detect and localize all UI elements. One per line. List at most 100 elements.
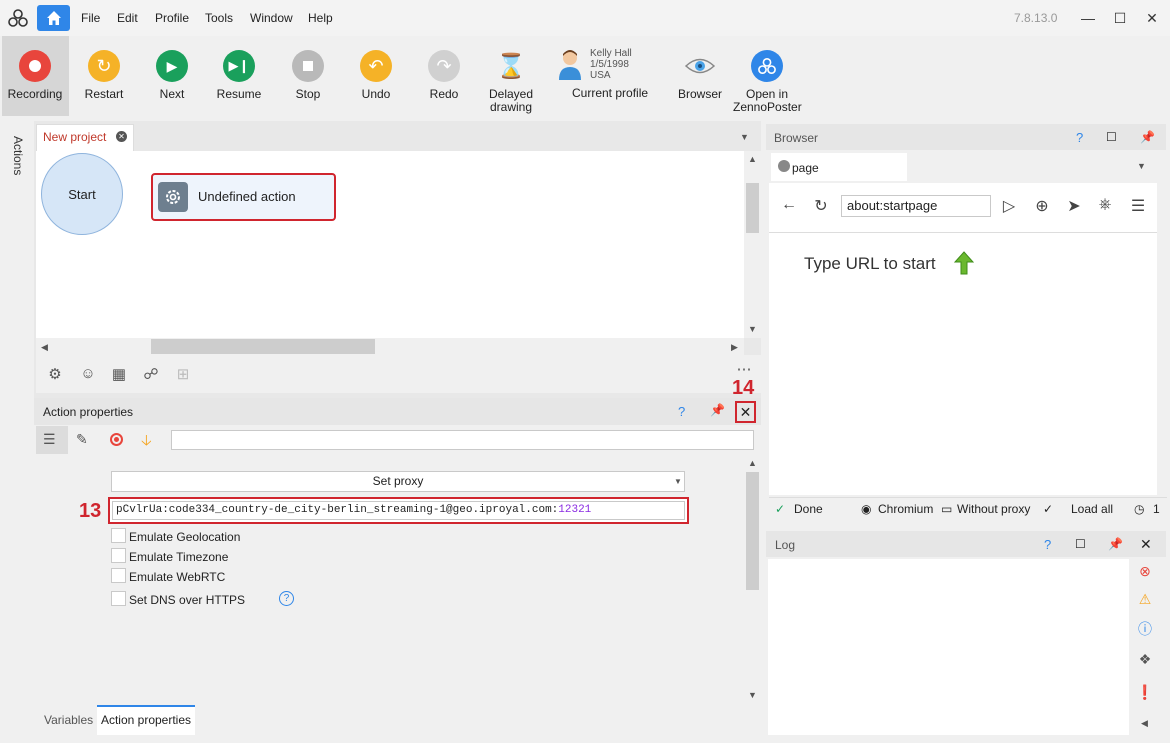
pin-icon[interactable]: 📌 (1108, 537, 1123, 551)
status-proxy[interactable]: Without proxy (957, 502, 1030, 516)
project-canvas[interactable] (36, 151, 744, 338)
help-button[interactable]: ? (678, 404, 685, 419)
status-load[interactable]: Load all (1071, 502, 1113, 516)
scroll-left-icon[interactable]: ◀ (41, 342, 48, 353)
tab-action-properties[interactable]: Action properties (97, 705, 195, 735)
maximize-icon[interactable]: ☐ (1075, 537, 1086, 551)
properties-list-icon[interactable]: ☰ (43, 431, 56, 448)
emulate-geolocation-label: Emulate Geolocation (129, 530, 241, 544)
action-search-input[interactable] (171, 430, 754, 450)
next-button[interactable]: ▶ Next (138, 46, 206, 101)
home-button[interactable] (37, 5, 70, 31)
menu-edit[interactable]: Edit (117, 11, 138, 25)
arrow-down-icon[interactable]: 🡣 (141, 430, 152, 455)
sidebar-actions-tab[interactable]: Actions (11, 136, 25, 175)
log-help-button[interactable]: ? (1044, 537, 1051, 552)
emulate-timezone-label: Emulate Timezone (129, 550, 229, 564)
tab-new-project-label: New project (43, 130, 107, 144)
check-circle-icon: ✓ (1043, 502, 1054, 516)
profile-info: Kelly Hall 1/5/1998 USA (590, 48, 632, 81)
emulate-timezone-checkbox[interactable] (111, 548, 126, 563)
canvas-horizontal-thumb[interactable] (151, 339, 375, 354)
grid-icon[interactable]: ▦ (109, 365, 129, 385)
start-node[interactable]: Start (41, 153, 123, 235)
clear-tags-icon[interactable]: ❗ (1136, 684, 1154, 702)
pointer-icon[interactable]: ➤ (1064, 196, 1084, 216)
minimize-button[interactable]: — (1078, 8, 1098, 28)
menu-tools[interactable]: Tools (205, 11, 233, 25)
refresh-icon[interactable]: ↻ (811, 196, 831, 216)
redo-button[interactable]: ↷ Redo (410, 46, 478, 101)
add-icon[interactable]: ⊞ (173, 365, 193, 385)
question-icon[interactable]: ? (279, 591, 294, 606)
tab-variables[interactable]: Variables (44, 713, 93, 727)
maximize-icon[interactable]: ☐ (1106, 130, 1117, 144)
info-filter-icon[interactable]: ⓘ (1136, 619, 1154, 637)
arrow-up-icon (953, 251, 975, 275)
stop-button[interactable]: Stop (274, 46, 342, 101)
action-properties-title: Action properties (43, 405, 134, 419)
menu-window[interactable]: Window (250, 11, 293, 25)
extensions-icon[interactable]: ⎈ (1095, 196, 1115, 214)
pin-icon[interactable]: 📌 (1140, 130, 1155, 144)
dns-over-https-label: Set DNS over HTTPS (129, 593, 246, 607)
record-action-icon[interactable] (110, 433, 123, 446)
close-window-button[interactable]: ✕ (1142, 8, 1162, 28)
canvas-vertical-thumb[interactable] (746, 183, 759, 233)
restart-button[interactable]: ↻ Restart (70, 46, 138, 101)
close-icon[interactable]: ✕ (1140, 536, 1152, 553)
collapse-icon[interactable]: ◀ (1141, 718, 1148, 729)
menu-help[interactable]: Help (308, 11, 333, 25)
eye-icon (684, 50, 716, 82)
emulate-geolocation-checkbox[interactable] (111, 528, 126, 543)
log-panel-title: Log (775, 538, 796, 552)
menu-file[interactable]: File (81, 11, 100, 25)
chevron-down-icon: ▼ (674, 477, 682, 486)
scroll-right-icon[interactable]: ▶ (731, 342, 738, 353)
close-tab-icon[interactable]: ✕ (116, 131, 127, 142)
profile-avatar-icon[interactable] (556, 48, 584, 80)
tabs-dropdown-icon[interactable]: ▼ (740, 132, 749, 142)
properties-vertical-thumb[interactable] (746, 472, 759, 590)
close-panel-button[interactable]: ✕ (735, 401, 756, 423)
home-icon (46, 11, 61, 25)
status-engine[interactable]: Chromium (878, 502, 933, 516)
dns-over-https-checkbox[interactable] (111, 591, 126, 606)
record-icon (19, 50, 51, 82)
proxy-action-select[interactable]: Set proxy (111, 471, 685, 492)
user-icon[interactable]: ☺ (78, 365, 98, 385)
emulate-webrtc-checkbox[interactable] (111, 568, 126, 583)
recording-button[interactable]: Recording (1, 46, 69, 101)
side-strip (0, 118, 34, 743)
error-filter-icon[interactable]: ⊗ (1136, 563, 1154, 581)
lock-icon[interactable]: ☍ (141, 365, 161, 385)
chromium-icon: ◉ (861, 502, 872, 516)
browser-help-button[interactable]: ? (1076, 130, 1083, 145)
tag-filter-icon[interactable]: ❖ (1136, 651, 1154, 669)
edit-list-icon[interactable]: ✎ (76, 431, 88, 448)
canvas-horizontal-scrollbar[interactable] (36, 338, 744, 355)
scroll-up-icon[interactable]: ▲ (748, 458, 757, 468)
menu-profile[interactable]: Profile (155, 11, 189, 25)
canvas-vertical-scrollbar[interactable] (744, 151, 761, 338)
chevron-down-icon[interactable]: ▼ (1137, 161, 1146, 171)
pin-icon[interactable]: 📌 (710, 403, 725, 417)
url-input[interactable]: about:startpage (841, 195, 991, 217)
current-profile-label[interactable]: Current profile (572, 86, 648, 100)
scroll-down-icon[interactable]: ▼ (748, 324, 757, 334)
menu-icon[interactable]: ☰ (1128, 196, 1148, 216)
back-icon[interactable]: ← (779, 196, 799, 214)
crosshair-icon[interactable]: ⊕ (1032, 196, 1052, 216)
scroll-down-icon[interactable]: ▼ (748, 690, 757, 700)
go-icon[interactable]: ▷ (999, 196, 1019, 216)
resume-button[interactable]: ▶❙ Resume (205, 46, 273, 101)
scroll-up-icon[interactable]: ▲ (748, 154, 757, 164)
warning-filter-icon[interactable]: ⚠ (1136, 591, 1154, 609)
browser-button[interactable]: Browser (666, 46, 734, 101)
open-in-zennoposter-button[interactable]: Open in ZennoPoster (733, 46, 802, 114)
undo-button[interactable]: ↶ Undo (342, 46, 410, 101)
maximize-button[interactable]: ☐ (1110, 8, 1130, 28)
settings-icon[interactable]: ⚙ (45, 365, 65, 385)
proxy-string-input[interactable]: pCvlrUa:code334_country-de_city-berlin_s… (112, 501, 685, 520)
delayed-drawing-button[interactable]: ⌛ Delayed drawing (477, 46, 545, 114)
